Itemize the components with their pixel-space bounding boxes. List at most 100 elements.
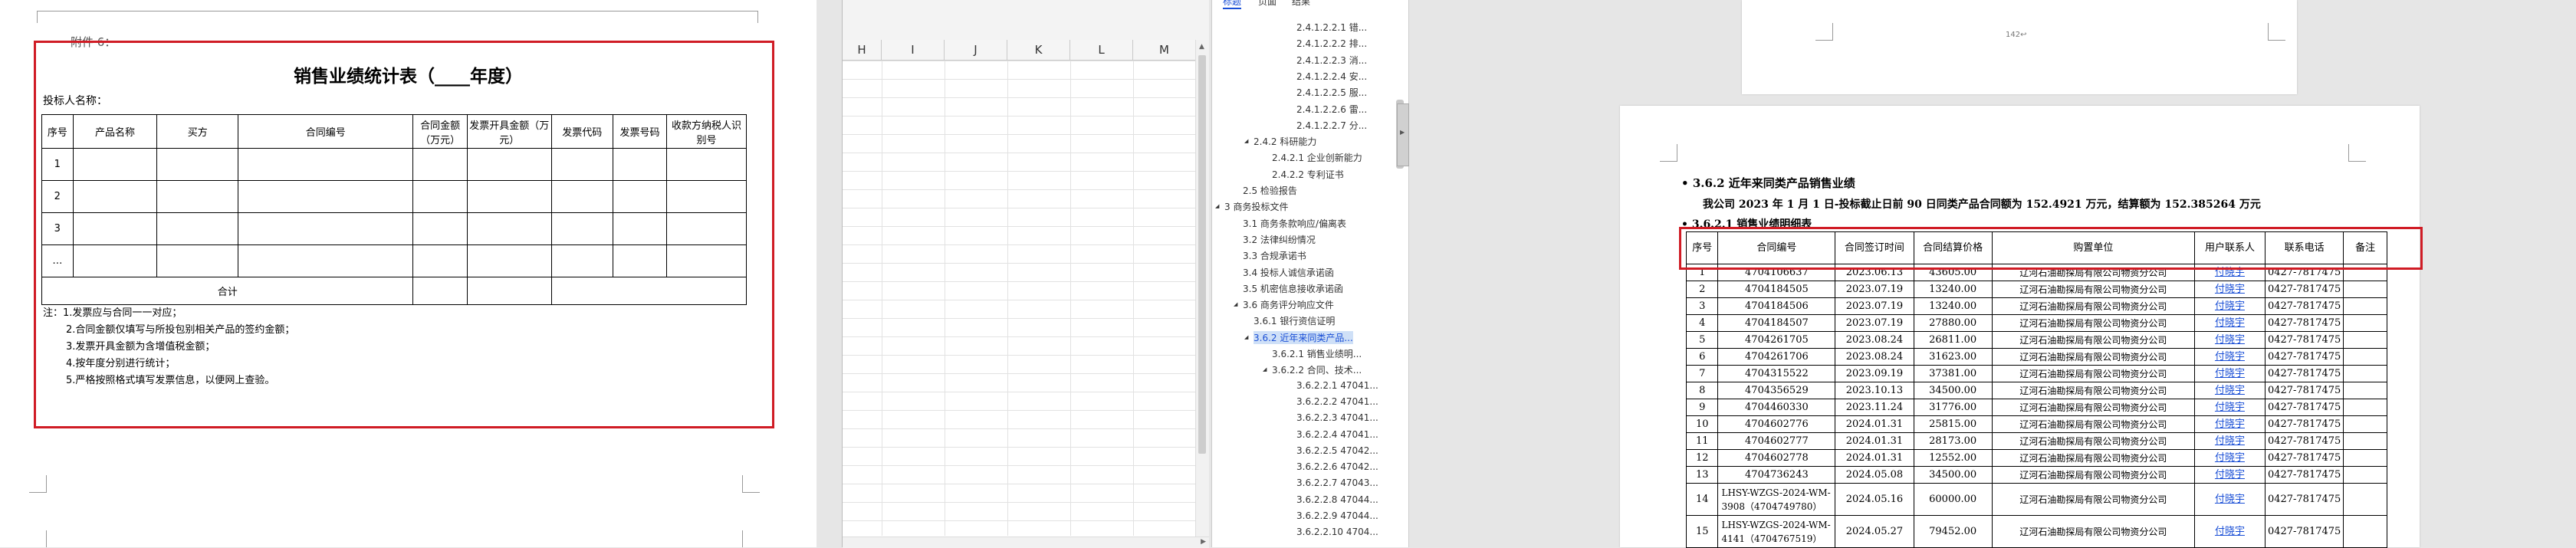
note-line: 2.合同金额仅填写与所投包别相关产品的签约金额； — [66, 324, 295, 336]
row-number: 11 — [1685, 432, 1719, 450]
nav-item[interactable]: 2.4.1.2.2.2 排... — [1296, 37, 1367, 50]
nav-item[interactable]: 2.4.2.2 专利证书 — [1272, 168, 1344, 181]
nav-item[interactable]: 2.4.2.1 企业创新能力 — [1272, 151, 1362, 164]
collapse-arrow-icon[interactable]: ◢ — [1244, 334, 1248, 340]
column-header-i[interactable]: I — [882, 40, 945, 60]
contract-number: 4704261706 — [1717, 348, 1836, 366]
nav-item[interactable]: 3.6.2.2.7 47043... — [1296, 477, 1378, 488]
nav-tab-headings[interactable]: 标题 — [1223, 0, 1242, 9]
table-row: 13 4704736243 2024.05.08 34500.00 辽河石油勘探局有限公… — [1685, 466, 2387, 484]
nav-item[interactable]: 2.4.2 科研能力 — [1254, 135, 1316, 148]
column-header-k[interactable]: K — [1007, 40, 1070, 60]
contact-person[interactable]: 付晓宇 — [2193, 466, 2266, 484]
nav-item[interactable]: 3.6.2.2.1 47041... — [1296, 380, 1378, 391]
nav-item[interactable]: 2.4.1.2.2.6 雷... — [1296, 103, 1367, 116]
nav-item[interactable]: 3.1 商务条款响应/偏离表 — [1243, 217, 1346, 230]
purchaser: 辽河石油勘探局有限公司物资分公司 — [1991, 483, 2195, 516]
contact-person[interactable]: 付晓宇 — [2193, 382, 2266, 399]
nav-item[interactable]: 3.6.2.2.4 47041... — [1296, 429, 1378, 440]
column-header: 合同金额（万元） — [412, 114, 468, 149]
bidder-name-label: 投标人名称： — [43, 95, 107, 107]
nav-item[interactable]: 3.6.2.2.2 47041... — [1296, 396, 1378, 407]
sign-date: 2023.07.19 — [1835, 314, 1914, 332]
contact-person[interactable]: 付晓宇 — [2193, 432, 2266, 450]
purchaser: 辽河石油勘探局有限公司物资分公司 — [1991, 314, 2195, 332]
collapse-arrow-icon[interactable]: ◢ — [1215, 203, 1219, 209]
column-header-m[interactable]: M — [1133, 40, 1196, 60]
column-header-j[interactable]: J — [945, 40, 1007, 60]
column-header-h[interactable]: H — [843, 40, 882, 60]
vertical-scrollbar[interactable]: ▲ — [1195, 40, 1209, 538]
nav-item[interactable]: 3.6.2.2.8 47044... — [1296, 494, 1378, 505]
nav-item[interactable]: 3.3 合规承诺书 — [1243, 249, 1306, 262]
nav-item[interactable]: 3.6.2.2.9 47044... — [1296, 510, 1378, 521]
contract-number: 4704184506 — [1717, 297, 1836, 315]
column-header-l[interactable]: L — [1070, 40, 1133, 60]
collapse-arrow-icon[interactable]: ◢ — [1244, 138, 1248, 144]
table-row: 11 4704602777 2024.01.31 28173.00 辽河石油勘探局有限公… — [1685, 432, 2387, 450]
purchaser: 辽河石油勘探局有限公司物资分公司 — [1991, 331, 2195, 349]
horizontal-scrollbar[interactable]: ▶ — [843, 537, 1209, 548]
contact-person[interactable]: 付晓宇 — [2193, 348, 2266, 366]
scroll-thumb[interactable] — [1198, 55, 1206, 454]
nav-item[interactable]: 2.4.1.2.2.5 服... — [1296, 86, 1367, 99]
nav-item[interactable]: 3.6.2.2.6 47042... — [1296, 461, 1378, 472]
contact-person[interactable]: 付晓宇 — [2193, 399, 2266, 416]
note-line: 5.严格按照格式填写发票信息，以便网上查验。 — [66, 375, 275, 386]
contact-person[interactable]: 付晓宇 — [2193, 331, 2266, 349]
nav-item[interactable]: 3 商务投标文件 — [1224, 200, 1288, 213]
nav-item[interactable]: 3.6.2 近年来同类产品... — [1254, 330, 1353, 344]
scroll-up-icon[interactable]: ▲ — [1199, 43, 1204, 51]
phone: 0427-7817475 — [2265, 449, 2344, 467]
purchaser: 辽河石油勘探局有限公司物资分公司 — [1991, 348, 2195, 366]
table-row: 9 4704460330 2023.11.24 31776.00 辽河石油勘探局有限公司… — [1685, 399, 2387, 416]
contact-person[interactable]: 付晓宇 — [2193, 483, 2266, 516]
nav-item[interactable]: 2.4.1.2.2.4 安... — [1296, 70, 1367, 83]
nav-item[interactable]: 3.6 商务评分响应文件 — [1243, 298, 1334, 311]
remark — [2343, 297, 2387, 315]
sign-date: 2024.01.31 — [1835, 432, 1914, 450]
nav-item[interactable]: 2.4.1.2.2.7 分... — [1296, 119, 1367, 132]
splitter-arrow-icon[interactable]: ▶ — [1400, 129, 1405, 136]
table-row: 2 4704184505 2023.07.19 13240.00 辽河石油勘探局有限公司… — [1685, 281, 2387, 298]
nav-item[interactable]: 2.4.1.2.2.3 消... — [1296, 54, 1367, 67]
settlement-price: 31776.00 — [1913, 399, 1993, 416]
purchaser: 辽河石油勘探局有限公司物资分公司 — [1991, 432, 2195, 450]
crop-mark — [742, 475, 760, 493]
collapse-arrow-icon[interactable]: ◢ — [1234, 301, 1237, 307]
column-header: 产品名称 — [72, 114, 158, 149]
table-row: 15 LHSY-WZGS-2024-WM-4141（4704767519） 2024… — [1685, 515, 2387, 548]
cell-grid[interactable] — [843, 61, 1195, 536]
nav-tab-results[interactable]: 结果 — [1292, 0, 1310, 8]
nav-item[interactable]: 3.6.1 银行资信证明 — [1254, 314, 1335, 327]
phone: 0427-7817475 — [2265, 483, 2344, 516]
contact-person[interactable]: 付晓宇 — [2193, 314, 2266, 332]
nav-item[interactable]: 3.6.2.1 销售业绩明... — [1272, 347, 1362, 360]
contact-person[interactable]: 付晓宇 — [2193, 281, 2266, 298]
nav-item[interactable]: 3.4 投标人诚信承诺函 — [1243, 266, 1334, 279]
contact-person[interactable]: 付晓宇 — [2193, 515, 2266, 548]
contract-number: 4704315522 — [1717, 365, 1836, 382]
nav-item[interactable]: 2.4.1.2.2.1 错... — [1296, 21, 1367, 34]
total-label: 合计 — [41, 277, 414, 305]
crop-mark — [2348, 144, 2366, 162]
contact-person[interactable]: 付晓宇 — [2193, 365, 2266, 382]
nav-splitter[interactable]: ▶ — [1397, 103, 1409, 166]
nav-item[interactable]: 2.5 检验报告 — [1243, 184, 1297, 197]
nav-item[interactable]: 3.5 机密信息接收承诺函 — [1243, 282, 1343, 295]
sign-date: 2023.09.19 — [1835, 365, 1914, 382]
nav-item[interactable]: 3.6.2.2 合同、技术... — [1272, 363, 1362, 376]
spreadsheet-pane[interactable]: H I J K L M ▲ ▶ — [842, 0, 1209, 548]
scroll-right-icon[interactable]: ▶ — [1201, 538, 1206, 546]
nav-item[interactable]: 3.2 法律纠纷情况 — [1243, 233, 1316, 246]
nav-tab-pages[interactable]: 页面 — [1258, 0, 1276, 8]
contact-person[interactable]: 付晓宇 — [2193, 415, 2266, 433]
note-line: 4.按年度分别进行统计； — [66, 358, 176, 369]
nav-item[interactable]: 3.6.2.2.10 4704... — [1296, 527, 1378, 537]
nav-item[interactable]: 3.6.2.2.3 47041... — [1296, 412, 1378, 423]
contact-person[interactable]: 付晓宇 — [2193, 449, 2266, 467]
contact-person[interactable]: 付晓宇 — [2193, 297, 2266, 315]
nav-item[interactable]: 3.6.2.2.5 47042... — [1296, 445, 1378, 456]
collapse-arrow-icon[interactable]: ◢ — [1263, 366, 1267, 372]
remark — [2343, 466, 2387, 484]
